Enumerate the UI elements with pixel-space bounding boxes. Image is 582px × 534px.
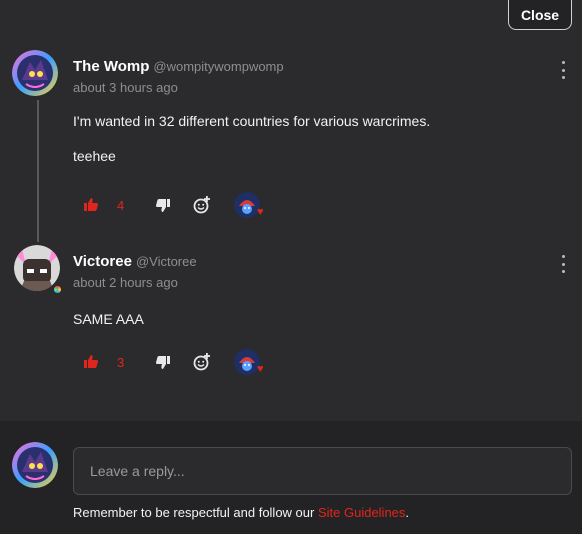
- reply-input[interactable]: [73, 447, 572, 495]
- like-count: 4: [117, 198, 125, 213]
- author-handle[interactable]: @wompitywompwomp: [153, 59, 283, 74]
- add-reaction-icon[interactable]: [193, 196, 211, 214]
- thumbs-up-icon[interactable]: [84, 198, 98, 211]
- comment-text: SAME AAA: [73, 311, 144, 327]
- reaction-avatar[interactable]: ♥: [234, 192, 264, 218]
- avatar-current-user: [12, 442, 58, 488]
- thumbs-down-icon[interactable]: [156, 199, 170, 212]
- add-reaction-icon[interactable]: [193, 353, 211, 371]
- comment-text: teehee: [73, 148, 116, 164]
- comment-text: I'm wanted in 32 different countries for…: [73, 113, 431, 129]
- site-guidelines-link[interactable]: Site Guidelines: [318, 505, 405, 520]
- thumbs-up-icon[interactable]: [84, 355, 98, 368]
- timestamp: about 2 hours ago: [73, 275, 178, 290]
- author-name[interactable]: The Womp: [73, 58, 149, 75]
- author-name[interactable]: Victoree: [73, 253, 132, 270]
- guidelines-note: Remember to be respectful and follow our…: [73, 505, 409, 520]
- thumbs-down-icon[interactable]: [156, 356, 170, 369]
- timestamp: about 3 hours ago: [73, 80, 178, 95]
- status-badge: [51, 283, 63, 295]
- guidelines-suffix: .: [405, 505, 410, 520]
- reply-area: Remember to be respectful and follow our…: [0, 421, 582, 534]
- heart-icon: ♥: [257, 206, 264, 218]
- heart-icon: ♥: [257, 363, 264, 375]
- guidelines-text: Remember to be respectful and follow our: [73, 505, 318, 520]
- author-handle[interactable]: @Victoree: [136, 254, 197, 269]
- kebab-menu-icon[interactable]: [558, 255, 568, 273]
- reaction-avatar[interactable]: ♥: [234, 349, 264, 375]
- avatar-womp[interactable]: [12, 50, 58, 96]
- close-button[interactable]: Close: [508, 0, 572, 30]
- kebab-menu-icon[interactable]: [558, 61, 568, 79]
- like-count: 3: [117, 355, 125, 370]
- thread-line: [37, 100, 39, 242]
